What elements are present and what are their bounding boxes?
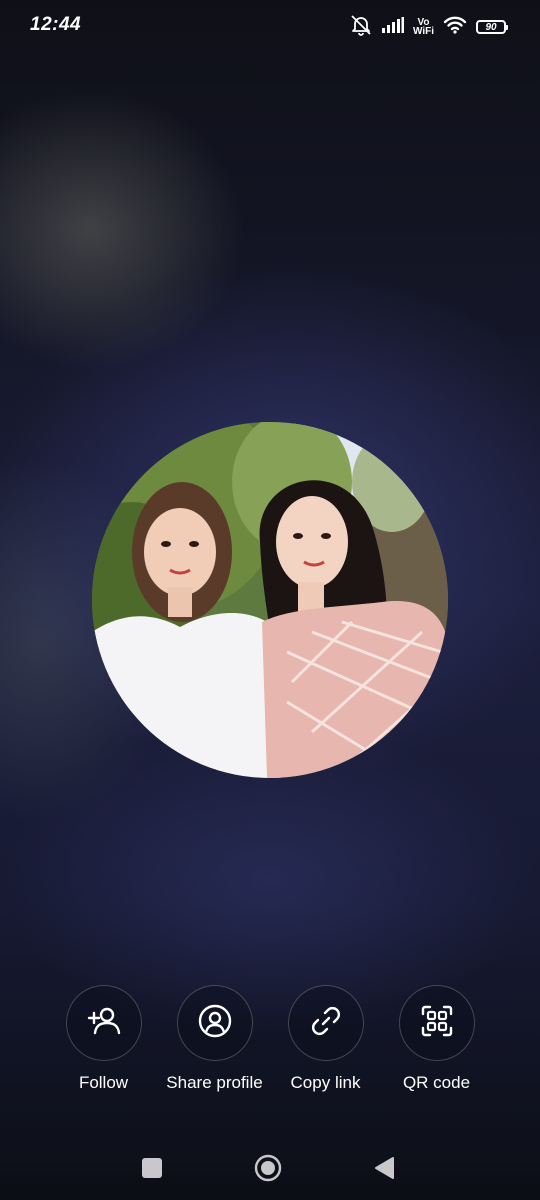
share-profile-label: Share profile	[166, 1073, 263, 1092]
follow-button-circle[interactable]	[65, 985, 142, 1061]
copy-link-button[interactable]: Copy link	[270, 985, 381, 1093]
follow-button[interactable]: Follow	[48, 985, 159, 1093]
follow-label: Follow	[78, 1073, 129, 1092]
back-icon[interactable]	[370, 1154, 398, 1182]
wifi-icon	[443, 16, 467, 39]
copy-link-button-circle[interactable]	[287, 985, 364, 1061]
recents-icon[interactable]	[138, 1154, 166, 1182]
qr-code-icon	[420, 1004, 454, 1043]
qr-code-label: QR code	[402, 1073, 471, 1092]
status-icons: Vo WiFi 90	[349, 14, 508, 41]
profile-photo	[92, 422, 448, 778]
battery-icon: 90	[476, 20, 508, 34]
link-icon	[309, 1004, 343, 1043]
profile-share-screen: 12:44 Vo WiFi 90 Follow Share profile Co…	[0, 0, 540, 1200]
profile-circle-icon	[198, 1004, 232, 1043]
qr-code-button[interactable]: QR code	[381, 985, 492, 1093]
share-profile-button-circle[interactable]	[176, 985, 253, 1061]
qr-code-button-circle[interactable]	[398, 985, 475, 1061]
vowifi-icon: Vo WiFi	[412, 18, 434, 37]
add-person-icon	[87, 1006, 121, 1041]
copy-link-label: Copy link	[290, 1073, 361, 1092]
status-time: 12:44	[30, 14, 82, 35]
wifi-label: WiFi	[412, 26, 434, 37]
mute-icon	[349, 14, 373, 41]
signal-icon	[381, 16, 404, 38]
status-bar: 12:44 Vo WiFi 90	[0, 0, 540, 54]
battery-level: 90	[485, 21, 497, 33]
navigation-bar	[0, 1140, 540, 1194]
share-actions: Follow Share profile Copy link QR code	[48, 985, 492, 1093]
home-icon[interactable]	[254, 1154, 282, 1182]
share-profile-button[interactable]: Share profile	[159, 985, 270, 1093]
